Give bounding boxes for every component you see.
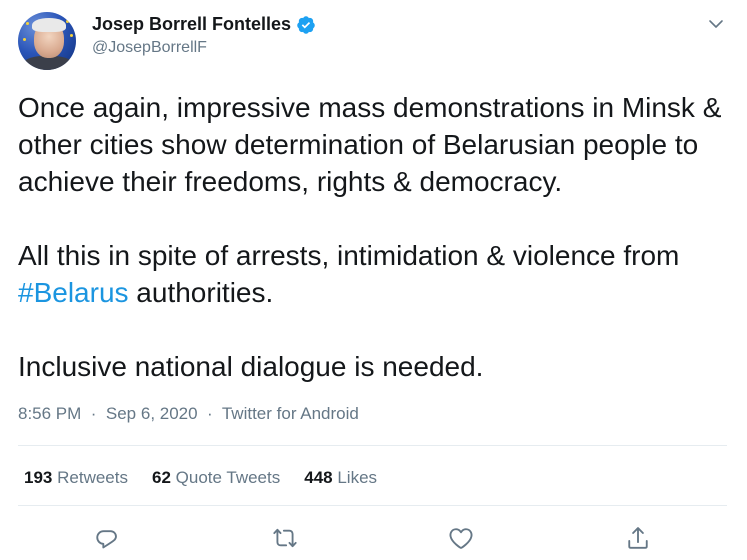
meta-separator: · xyxy=(202,404,218,423)
retweets-count: 193 xyxy=(24,468,53,487)
likes-label: Likes xyxy=(337,468,378,487)
tweet-text: Once again, impressive mass demonstratio… xyxy=(18,89,733,385)
retweets-stat[interactable]: 193 Retweets xyxy=(24,468,128,488)
heart-icon[interactable] xyxy=(447,524,475,552)
engagement-stats: 193 Retweets 62 Quote Tweets 448 Likes xyxy=(24,468,401,488)
divider xyxy=(18,505,727,506)
retweet-icon[interactable] xyxy=(271,524,299,552)
tweet-source-link[interactable]: Twitter for Android xyxy=(222,404,359,423)
author-handle[interactable]: @JosepBorrellF xyxy=(92,39,207,57)
tweet-paragraph: Inclusive national dialogue is needed. xyxy=(18,351,484,382)
author-name-row: Josep Borrell Fontelles xyxy=(92,14,316,35)
verified-badge-icon xyxy=(297,15,315,34)
tweet-time[interactable]: 8:56 PM xyxy=(18,404,81,423)
avatar-star xyxy=(66,20,69,23)
chevron-down-icon[interactable] xyxy=(706,14,726,34)
avatar-hair xyxy=(32,18,66,32)
tweet-meta: 8:56 PM · Sep 6, 2020 · Twitter for Andr… xyxy=(18,404,359,424)
tweet-date[interactable]: Sep 6, 2020 xyxy=(106,404,198,423)
avatar[interactable] xyxy=(18,12,76,70)
likes-count: 448 xyxy=(304,468,333,487)
retweets-label: Retweets xyxy=(57,468,128,487)
tweet-card: Josep Borrell Fontelles @JosepBorrellF O… xyxy=(0,0,747,560)
quote-tweets-count: 62 xyxy=(151,468,171,487)
avatar-star xyxy=(70,34,73,37)
avatar-star xyxy=(23,38,26,41)
share-icon[interactable] xyxy=(624,524,652,552)
quote-tweets-stat[interactable]: 62 Quote Tweets xyxy=(152,468,280,488)
tweet-text-segment: All this in spite of arrests, intimidati… xyxy=(18,240,680,271)
hashtag-link[interactable]: #Belarus xyxy=(18,277,129,308)
tweet-text-segment: authorities. xyxy=(128,277,274,308)
likes-stat[interactable]: 448 Likes xyxy=(304,468,377,488)
quote-tweets-label: Quote Tweets xyxy=(175,468,281,487)
meta-separator: · xyxy=(86,404,102,423)
avatar-suit xyxy=(22,56,74,70)
tweet-paragraph: All this in spite of arrests, intimidati… xyxy=(18,237,733,311)
avatar-star xyxy=(26,22,29,25)
display-name[interactable]: Josep Borrell Fontelles xyxy=(92,14,291,35)
divider xyxy=(18,445,727,446)
reply-icon[interactable] xyxy=(92,524,120,552)
tweet-paragraph: Once again, impressive mass demonstratio… xyxy=(18,92,722,197)
